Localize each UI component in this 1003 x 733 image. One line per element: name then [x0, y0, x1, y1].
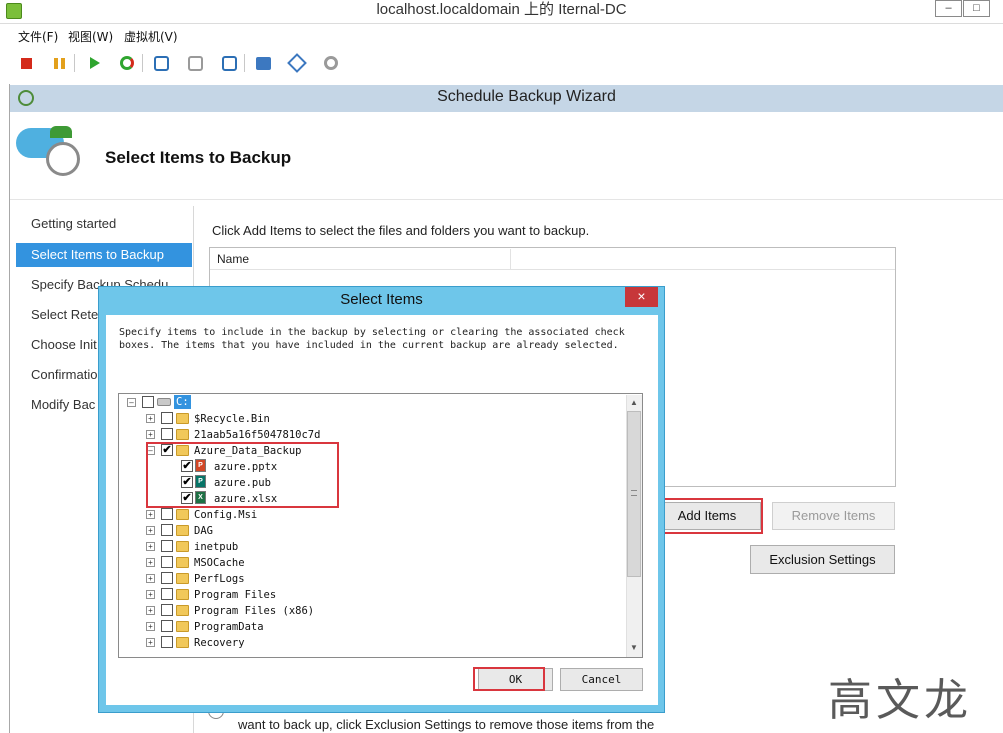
root-drive-label[interactable]: C:: [174, 395, 191, 409]
nav-step-select-items[interactable]: Select Items to Backup: [16, 243, 192, 267]
list-header: [210, 248, 895, 270]
nav-step-getting-started[interactable]: Getting started: [16, 212, 192, 236]
tree-item-checkbox[interactable]: [161, 508, 173, 520]
tree-folder-label[interactable]: ProgramData: [194, 619, 264, 635]
tree-expand-icon[interactable]: +: [146, 590, 155, 599]
highlight-box-ok: [473, 667, 545, 691]
tree-folder-label[interactable]: DAG: [194, 523, 213, 539]
page-title: Select Items to Backup: [105, 148, 292, 167]
toolbar-separator: [142, 54, 143, 72]
scroll-down-arrow-icon[interactable]: ▼: [627, 641, 641, 655]
window-title: localhost.localdomain 上的 Iternal-DC: [376, 1, 627, 18]
folder-icon: [176, 621, 189, 632]
wizard-title: Schedule Backup Wizard: [437, 88, 616, 105]
dialog-close-button[interactable]: ×: [625, 287, 658, 307]
root-checkbox[interactable]: [142, 396, 154, 408]
stop-icon[interactable]: [15, 52, 37, 74]
folder-icon: [176, 605, 189, 616]
folder-icon: [176, 413, 189, 424]
tree-item-checkbox[interactable]: [161, 604, 173, 616]
folder-icon: [176, 573, 189, 584]
exclusion-settings-button[interactable]: Exclusion Settings: [750, 545, 895, 574]
tree-item-checkbox[interactable]: [161, 412, 173, 424]
tree-item-checkbox[interactable]: [161, 428, 173, 440]
snapshot-revert-icon[interactable]: [184, 52, 206, 74]
tree-expand-icon[interactable]: +: [146, 414, 155, 423]
snapshot-icon[interactable]: [150, 52, 172, 74]
tree-folder-label[interactable]: 21aab5a16f5047810c7d: [194, 427, 320, 443]
tree-item-checkbox[interactable]: [161, 620, 173, 632]
tree-expand-icon[interactable]: +: [146, 622, 155, 631]
clock-icon: [46, 142, 80, 176]
tree-item-checkbox[interactable]: [161, 556, 173, 568]
tree-item-checkbox[interactable]: [161, 572, 173, 584]
tree-item-checkbox[interactable]: [161, 540, 173, 552]
scroll-up-arrow-icon[interactable]: ▲: [627, 396, 641, 410]
watermark-text: 高文龙: [828, 675, 972, 726]
folder-icon: [176, 429, 189, 440]
tree-folder-label[interactable]: Program Files: [194, 587, 276, 603]
menu-view[interactable]: 视图(W): [68, 28, 113, 45]
dialog-title: Select Items: [340, 291, 423, 308]
column-divider: [510, 249, 511, 269]
tree-collapse-icon[interactable]: –: [127, 398, 136, 407]
play-icon[interactable]: [84, 52, 106, 74]
tree-expand-icon[interactable]: +: [146, 542, 155, 551]
maximize-button[interactable]: □: [963, 0, 990, 17]
minimize-button[interactable]: –: [935, 0, 962, 17]
send-ctrl-alt-del-icon[interactable]: [252, 52, 274, 74]
column-header-name[interactable]: Name: [217, 252, 249, 266]
snapshot-manager-icon[interactable]: [218, 52, 240, 74]
tree-item-checkbox[interactable]: [161, 588, 173, 600]
tree-folder-label[interactable]: MSOCache: [194, 555, 245, 571]
menu-vm[interactable]: 虚拟机(V): [124, 28, 178, 45]
tree-expand-icon[interactable]: +: [146, 558, 155, 567]
highlight-box-azure-folder: [146, 442, 339, 508]
settings-icon[interactable]: [320, 52, 342, 74]
green-arrow-icon: [50, 126, 72, 138]
remove-items-button[interactable]: Remove Items: [772, 502, 895, 530]
folder-icon: [176, 509, 189, 520]
drive-icon: [157, 398, 171, 406]
toolbar-separator: [74, 54, 75, 72]
dialog-description: Specify items to include in the backup b…: [119, 327, 625, 351]
folder-icon: [176, 637, 189, 648]
folder-icon: [176, 525, 189, 536]
tree-item-checkbox[interactable]: [161, 524, 173, 536]
pause-icon[interactable]: [48, 52, 70, 74]
tree-item-checkbox[interactable]: [161, 636, 173, 648]
tree-folder-label[interactable]: Config.Msi: [194, 507, 257, 523]
tree-folder-label[interactable]: PerfLogs: [194, 571, 245, 587]
tree-expand-icon[interactable]: +: [146, 526, 155, 535]
folder-icon: [176, 557, 189, 568]
toolbar-separator: [244, 54, 245, 72]
network-icon[interactable]: [286, 52, 308, 74]
tree-expand-icon[interactable]: +: [146, 574, 155, 583]
instruction-text: Click Add Items to select the files and …: [212, 223, 590, 238]
tree-expand-icon[interactable]: +: [146, 638, 155, 647]
highlight-box-add-items: [648, 498, 763, 534]
tree-expand-icon[interactable]: +: [146, 430, 155, 439]
folder-icon: [176, 589, 189, 600]
reset-icon[interactable]: [116, 52, 138, 74]
cancel-button[interactable]: Cancel: [560, 668, 643, 691]
tree-folder-label[interactable]: $Recycle.Bin: [194, 411, 270, 427]
tree-folder-label[interactable]: inetpub: [194, 539, 238, 555]
folder-icon: [176, 541, 189, 552]
tree-scrollbar-thumb[interactable]: [627, 411, 641, 577]
tree-expand-icon[interactable]: +: [146, 510, 155, 519]
menu-file[interactable]: 文件(F): [18, 28, 58, 45]
exclusion-hint-text: want to back up, click Exclusion Setting…: [238, 717, 655, 732]
tree-folder-label[interactable]: Program Files (x86): [194, 603, 314, 619]
tree-expand-icon[interactable]: +: [146, 606, 155, 615]
tree-folder-label[interactable]: Recovery: [194, 635, 245, 651]
